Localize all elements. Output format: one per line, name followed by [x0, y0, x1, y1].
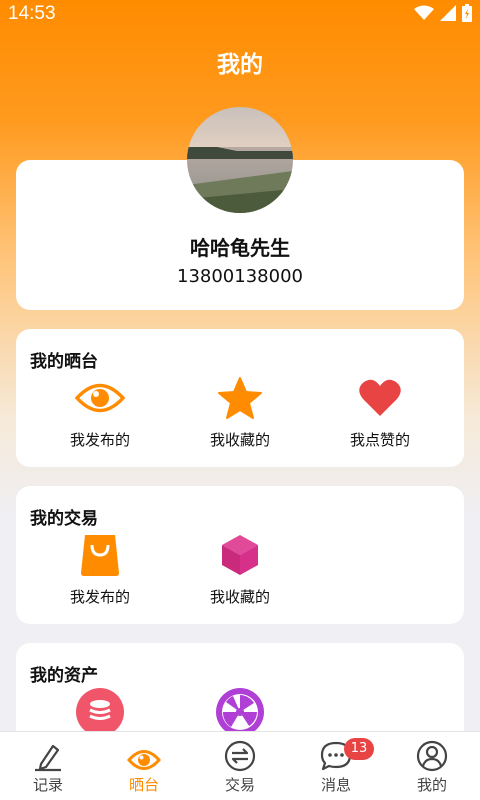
- pen-icon: [35, 744, 61, 772]
- trade-published-label: 我发布的: [69, 588, 130, 606]
- section-title: 我的资产: [30, 666, 98, 686]
- status-time: 14:53: [8, 3, 56, 24]
- wheel-icon: [216, 688, 264, 736]
- eye-icon: [127, 750, 161, 770]
- nav-label-trade: 交易: [224, 776, 255, 794]
- status-bar: 14:53: [0, 0, 480, 28]
- battery-icon: [462, 4, 472, 22]
- showcase-favorites-item[interactable]: 我收藏的: [170, 373, 310, 450]
- nav-label-mine: 我的: [416, 776, 447, 794]
- nav-item-record[interactable]: 记录: [0, 732, 96, 800]
- section-title: 我的交易: [30, 509, 98, 529]
- nav-label-record: 记录: [32, 776, 63, 794]
- page-title: 我的: [217, 52, 263, 78]
- avatar[interactable]: [187, 107, 293, 213]
- heart-icon: [359, 379, 401, 416]
- profile-phone: 13800138000: [177, 266, 303, 287]
- coins-icon: [76, 688, 124, 736]
- profile-name: 哈哈龟先生: [190, 236, 290, 260]
- wifi-icon: [414, 5, 434, 20]
- nav-label-messages: 消息: [320, 776, 351, 794]
- cube-icon: [222, 535, 258, 575]
- trade-published-item[interactable]: 我发布的: [30, 530, 170, 607]
- trade-favorites-label: 我收藏的: [209, 588, 270, 606]
- showcase-favorites-label: 我收藏的: [209, 431, 270, 449]
- assets-coins-item[interactable]: [30, 687, 170, 737]
- showcase-liked-label: 我点赞的: [349, 431, 410, 449]
- section-title: 我的晒台: [30, 352, 98, 372]
- showcase-liked-item[interactable]: 我点赞的: [310, 373, 450, 450]
- shopping-bag-icon: [81, 535, 119, 576]
- user-icon: [416, 740, 448, 772]
- nav-item-mine[interactable]: 我的: [384, 732, 480, 800]
- nav-item-trade[interactable]: 交易: [192, 732, 288, 800]
- showcase-published-item[interactable]: 我发布的: [30, 373, 170, 450]
- exchange-icon: [224, 740, 256, 772]
- message-count-badge: 13: [344, 738, 374, 760]
- trade-favorites-item[interactable]: 我收藏的: [170, 530, 310, 607]
- nav-item-showcase[interactable]: 晒台: [96, 732, 192, 800]
- signal-icon: [440, 5, 456, 21]
- star-icon: [218, 377, 262, 419]
- nav-label-showcase: 晒台: [128, 776, 159, 794]
- assets-wheel-item[interactable]: [170, 687, 310, 737]
- status-icons: [414, 4, 472, 22]
- showcase-published-label: 我发布的: [69, 431, 130, 449]
- nav-item-messages[interactable]: 消息 13: [288, 732, 384, 800]
- showcase-card: 我的晒台 我发布的 我收藏的 我点赞的: [16, 329, 464, 467]
- trade-card: 我的交易 我发布的 我收藏的: [16, 486, 464, 624]
- eye-icon: [75, 383, 125, 413]
- bottom-nav: 记录 晒台 交易 消息 13 我的: [0, 731, 480, 800]
